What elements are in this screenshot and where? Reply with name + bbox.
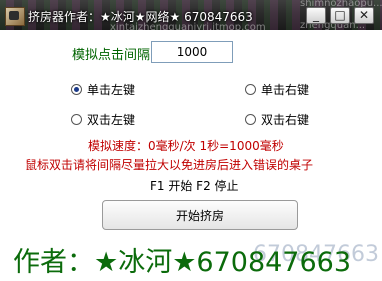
speed-info-text: 模拟速度：0毫秒/次 1秒=1000毫秒 [88,139,284,153]
radio-double-right[interactable]: 双击右键 [245,111,309,128]
minimize-button[interactable]: _ [306,7,326,24]
start-button[interactable]: 开始挤房 [102,200,298,230]
main-panel: 模拟点击间隔 单击左键 单击右键 双击左键 双击右键 模拟速度：0毫秒/次 1秒… [0,30,382,281]
close-button[interactable]: ✕ [354,7,374,24]
interval-label: 模拟点击间隔 [72,48,151,63]
radio-unchecked-icon[interactable] [245,84,256,95]
app-icon [5,7,25,26]
radio-single-left[interactable]: 单击左键 [71,81,135,98]
radio-checked-icon[interactable] [71,84,82,95]
radio-unchecked-icon[interactable] [71,114,82,125]
radio-label: 双击左键 [87,113,136,127]
title-bar[interactable]: shimnozhaopu... zhengquan... xintaizheng… [0,0,382,30]
window-title: 挤房器作者：★冰河★网络★ 670847663 [28,10,253,24]
maximize-button[interactable]: □ [330,7,350,24]
radio-single-right[interactable]: 单击右键 [245,81,309,98]
radio-label: 双击右键 [261,113,310,127]
interval-input[interactable] [151,41,233,63]
hotkey-hint: F1 开始 F2 停止 [150,179,239,193]
radio-double-left[interactable]: 双击左键 [71,111,135,128]
author-banner: 作者：★冰河★670847663 [13,247,352,278]
radio-label: 单击左键 [87,83,136,97]
warning-text: 鼠标双击请将间隔尽量拉大以免进房后进入错误的桌子 [25,158,314,172]
radio-unchecked-icon[interactable] [245,114,256,125]
radio-label: 单击右键 [261,83,310,97]
